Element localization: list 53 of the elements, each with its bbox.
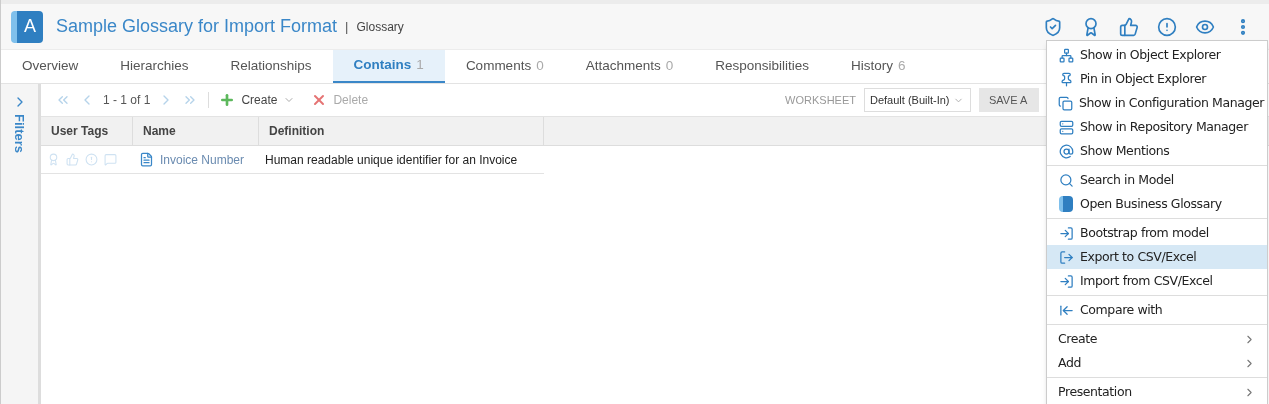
comment-icon[interactable]	[104, 153, 117, 166]
menu-item[interactable]: Presentation	[1047, 380, 1267, 404]
page-title: Sample Glossary for Import Format	[56, 15, 338, 38]
menu-item[interactable]: Show in Configuration Manager	[1047, 91, 1267, 115]
search-icon	[1058, 172, 1074, 188]
at-icon	[1058, 143, 1074, 159]
tab[interactable]: Overview	[1, 50, 100, 83]
object-type: Glossary	[356, 18, 404, 36]
worksheet-label: WORKSHEET	[785, 92, 856, 108]
name-cell[interactable]: Invoice Number	[160, 150, 245, 169]
tab[interactable]: Attachments 0	[564, 50, 695, 83]
glossary-logo[interactable]: A	[11, 10, 43, 43]
import-icon	[1058, 273, 1074, 289]
create-button[interactable]: Create	[219, 91, 296, 109]
import-icon	[1058, 225, 1074, 241]
tree-icon	[1058, 47, 1074, 63]
document-icon	[139, 152, 154, 167]
shield-icon[interactable]	[1043, 16, 1063, 37]
copy-icon	[1058, 95, 1073, 111]
tab[interactable]: Relationships	[209, 50, 333, 83]
title-separator: |	[345, 17, 349, 36]
pager-text: 1 - 1 of 1	[103, 92, 151, 109]
column-header[interactable]: Name	[133, 117, 259, 145]
tab[interactable]: History 6	[830, 50, 927, 83]
tab[interactable]: Comments 0	[444, 50, 565, 83]
menu-item[interactable]: Import from CSV/Excel	[1047, 269, 1267, 293]
menu-item[interactable]: Add	[1047, 351, 1267, 375]
column-header[interactable]: Definition	[259, 117, 544, 145]
menu-item[interactable]: Export to CSV/Excel	[1047, 245, 1267, 269]
pin-icon	[1058, 71, 1074, 87]
filters-label[interactable]: Filters	[9, 114, 30, 153]
menu-item[interactable]: Create	[1047, 327, 1267, 351]
menu-item[interactable]: Pin in Object Explorer	[1047, 67, 1267, 91]
thumbs-up-icon[interactable]	[1119, 16, 1139, 37]
tab[interactable]: Responsibilities	[694, 50, 830, 83]
menu-item[interactable]: Open Business Glossary	[1047, 192, 1267, 216]
menu-item[interactable]: Search in Model	[1047, 168, 1267, 192]
alert-icon[interactable]	[1157, 16, 1177, 37]
export-icon	[1058, 249, 1074, 265]
server-icon	[1058, 119, 1074, 135]
menu-item[interactable]: Show Mentions	[1047, 139, 1267, 163]
menu-item[interactable]: Bootstrap from model	[1047, 221, 1267, 245]
worksheet-select[interactable]: Default (Built-In)	[864, 88, 971, 112]
plus-icon	[219, 92, 236, 108]
column-header[interactable]: User Tags	[41, 117, 133, 145]
definition-cell-text: Human readable unique identifier for an Invoice	[264, 151, 519, 169]
menu-item[interactable]: Compare with	[1047, 298, 1267, 322]
save-button[interactable]: SAVE A	[979, 88, 1039, 112]
tab[interactable]: Contains 1	[332, 50, 445, 83]
menu-item[interactable]: Show in Object Explorer	[1047, 43, 1267, 67]
glossary-icon	[1059, 196, 1073, 212]
menu-item[interactable]: Show in Repository Manager	[1047, 115, 1267, 139]
tab[interactable]: Hierarchies	[99, 50, 210, 83]
